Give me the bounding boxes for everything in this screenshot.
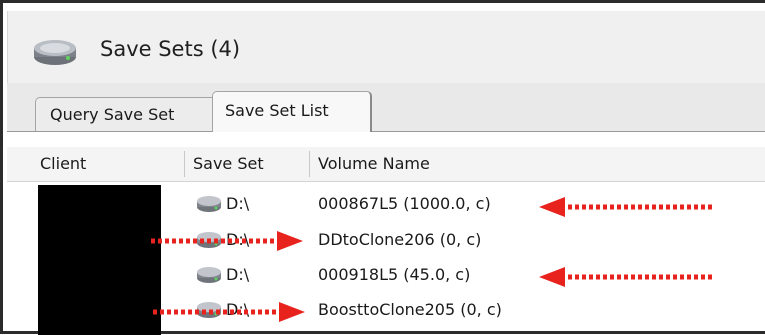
window-header: Save Sets (4) [7, 11, 765, 84]
left-arrow-annotation [539, 267, 713, 287]
save-set-cell: D:\ [226, 194, 250, 213]
column-divider[interactable] [309, 151, 310, 177]
left-arrow-annotation [539, 197, 713, 217]
drive-icon [197, 267, 221, 283]
tab-strip: Query Save Set Save Set List [7, 83, 765, 132]
right-arrow-annotation [151, 231, 303, 251]
tab-save-set-list[interactable]: Save Set List [212, 91, 372, 132]
save-set-cell: D:\ [226, 265, 250, 284]
redacted-client-block [38, 185, 161, 335]
column-header-save-set[interactable]: Save Set [193, 147, 264, 181]
volume-name-cell: DDtoClone206 (0, c) [318, 230, 482, 249]
column-header-client[interactable]: Client [40, 147, 86, 181]
right-arrow-annotation [153, 302, 305, 322]
table-header: Client Save Set Volume Name [7, 147, 765, 182]
window-title: Save Sets (4) [100, 37, 241, 61]
column-divider[interactable] [184, 151, 185, 177]
volume-name-cell: BoosttoClone205 (0, c) [318, 300, 502, 319]
save-sets-window: Save Sets (4) Query Save Set Save Set Li… [0, 0, 765, 335]
volume-name-cell: 000918L5 (45.0, c) [318, 265, 471, 284]
volume-name-cell: 000867L5 (1000.0, c) [318, 194, 491, 213]
column-header-volume-name[interactable]: Volume Name [318, 147, 430, 181]
drive-icon [197, 196, 221, 212]
storage-drive-icon [34, 40, 76, 65]
tab-query-save-set[interactable]: Query Save Set [35, 97, 217, 131]
